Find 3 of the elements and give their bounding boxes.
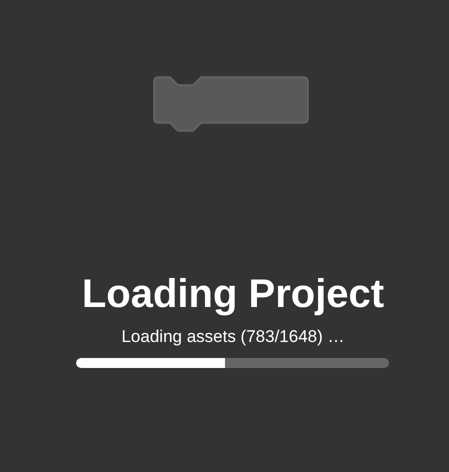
loading-title: Loading Project <box>80 272 386 316</box>
block-icon <box>153 75 310 134</box>
loading-status: Loading assets (783/1648) … <box>120 327 346 348</box>
